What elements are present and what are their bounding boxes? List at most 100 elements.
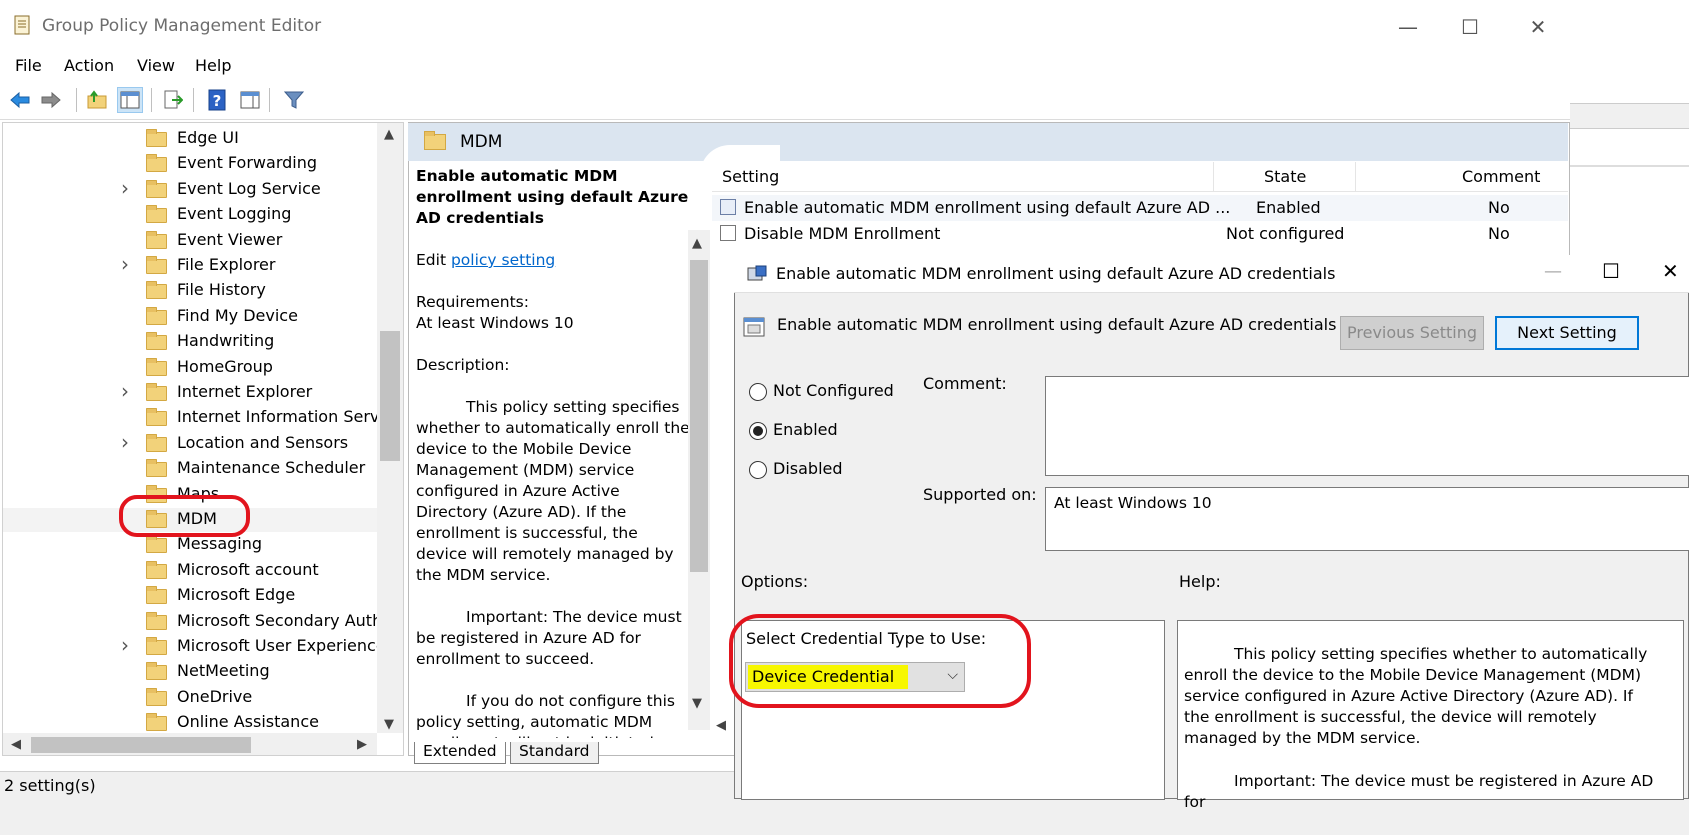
chevron-right-icon[interactable]: › [121, 381, 135, 403]
column-comment[interactable]: Comment [1462, 167, 1540, 186]
disabled-radio[interactable] [749, 461, 767, 479]
folder-icon [146, 154, 167, 173]
tree-item[interactable]: Event Forwarding [3, 152, 381, 176]
table-row[interactable]: Disable MDM Enrollment Not configured No [712, 221, 1568, 247]
tab-standard[interactable]: Standard [510, 742, 599, 764]
tree-item-label: NetMeeting [177, 661, 270, 681]
chevron-right-icon[interactable]: › [121, 178, 135, 200]
row-setting: Disable MDM Enrollment [744, 224, 941, 243]
menu-action[interactable]: Action [64, 56, 114, 75]
show-hide-action-pane-icon[interactable] [237, 87, 263, 113]
description-panel: Enable automatic MDM enrollment using de… [410, 162, 698, 738]
table-row[interactable]: Enable automatic MDM enrollment using de… [712, 195, 1568, 221]
dialog-close-button[interactable]: ✕ [1662, 259, 1679, 283]
description-para-3: If you do not configure this policy sett… [416, 692, 675, 738]
dialog-maximize-button[interactable]: ☐ [1602, 259, 1620, 283]
not-configured-radio[interactable] [749, 383, 767, 401]
tree-item[interactable]: Microsoft Secondary Auth [3, 610, 381, 634]
scroll-left-icon[interactable]: ◀ [11, 737, 21, 752]
enabled-radio[interactable] [749, 422, 767, 440]
policy-document-icon [14, 15, 30, 35]
tree-item[interactable]: HomeGroup [3, 356, 381, 380]
scroll-down-icon[interactable]: ▼ [692, 696, 702, 711]
scroll-up-icon[interactable]: ▲ [384, 127, 394, 142]
tree-item[interactable]: Microsoft account [3, 559, 381, 583]
tree-item[interactable]: Event Logging [3, 203, 381, 227]
description-title: Enable automatic MDM enrollment using de… [416, 167, 689, 227]
tree-item[interactable]: Internet Information Servic [3, 406, 381, 430]
view-tabs: Extended Standard [410, 740, 710, 764]
menu-help[interactable]: Help [195, 56, 231, 75]
tree-item[interactable]: Event Viewer [3, 229, 381, 253]
help-para-2: Important: The device must be registered… [1184, 772, 1654, 811]
folder-icon [146, 662, 167, 681]
export-list-icon[interactable] [160, 87, 186, 113]
folder-icon [146, 179, 167, 198]
tree-item[interactable]: Online Assistance [3, 711, 381, 735]
tree-item-label: HomeGroup [177, 356, 273, 376]
folder-icon [146, 611, 167, 630]
scroll-down-icon[interactable]: ▼ [384, 717, 394, 732]
tree-item[interactable]: Find My Device [3, 305, 381, 329]
chevron-right-icon[interactable]: › [121, 432, 135, 454]
minimize-button[interactable]: — [1388, 12, 1428, 42]
supported-on-field: At least Windows 10 [1045, 487, 1689, 551]
column-state[interactable]: State [1264, 167, 1306, 186]
help-text: This policy setting specifies whether to… [1184, 644, 1654, 835]
edit-policy-link[interactable]: policy setting [451, 251, 555, 269]
tab-extended[interactable]: Extended [414, 742, 506, 764]
scroll-up-icon[interactable]: ▲ [692, 236, 702, 251]
description-para-1: This policy setting specifies whether to… [416, 398, 690, 584]
menu-file[interactable]: File [15, 56, 42, 75]
tree-item-label: Event Forwarding [177, 153, 318, 173]
tree-item[interactable]: Microsoft Edge [3, 584, 381, 608]
folder-icon [146, 230, 167, 249]
previous-setting-button[interactable]: Previous Setting [1340, 316, 1484, 350]
tree-item[interactable]: › Microsoft User Experience ' [3, 635, 381, 659]
row-state: Not configured [1226, 224, 1345, 243]
description-scrollbar[interactable]: ▲ ▼ [688, 230, 710, 730]
tree-horizontal-scrollbar[interactable]: ◀ ▶ [3, 733, 377, 755]
tree-item-label: File Explorer [177, 255, 276, 274]
tree-item[interactable]: › Location and Sensors [3, 432, 381, 456]
chevron-right-icon[interactable]: › [121, 635, 135, 657]
back-icon[interactable] [7, 87, 33, 113]
tree-item[interactable]: Maintenance Scheduler [3, 457, 381, 481]
tree-vertical-scrollbar[interactable]: ▲ ▼ [377, 123, 403, 733]
tree-item[interactable]: OneDrive [3, 686, 381, 710]
tree-item-label: Microsoft Secondary Auth [177, 610, 381, 630]
tree-item-label: Online Assistance [177, 712, 319, 732]
scroll-right-icon[interactable]: ▶ [357, 737, 367, 752]
tree-item[interactable]: › File Explorer [3, 254, 381, 278]
close-button[interactable]: ✕ [1518, 12, 1558, 42]
forward-icon[interactable] [38, 87, 64, 113]
menu-view[interactable]: View [137, 56, 175, 75]
column-setting[interactable]: Setting [722, 167, 779, 186]
row-setting: Enable automatic MDM enrollment using de… [744, 198, 1231, 217]
up-folder-icon[interactable] [84, 87, 110, 113]
maximize-button[interactable]: ☐ [1450, 12, 1490, 42]
folder-icon [146, 332, 167, 351]
tree-item[interactable]: › Internet Explorer [3, 381, 381, 405]
tree-item[interactable]: Handwriting [3, 330, 381, 354]
tree-item-label: Event Logging [177, 204, 292, 224]
filter-icon[interactable] [281, 87, 307, 113]
details-header-title: MDM [460, 132, 503, 152]
tree-item[interactable]: › Event Log Service [3, 178, 381, 202]
folder-icon [146, 205, 167, 224]
chevron-right-icon[interactable]: › [121, 254, 135, 276]
folder-icon [146, 459, 167, 478]
comment-field[interactable] [1045, 376, 1689, 476]
folder-icon [146, 637, 167, 655]
list-scroll-left-icon[interactable]: ◀ [716, 718, 726, 733]
next-setting-button[interactable]: Next Setting [1495, 316, 1639, 350]
tree-item[interactable]: File History [3, 279, 381, 303]
dialog-setting-name: Enable automatic MDM enrollment using de… [777, 315, 1337, 334]
tree-item[interactable]: Edge UI [3, 127, 381, 151]
folder-icon [146, 357, 167, 376]
annotation-circle-mdm [119, 495, 250, 537]
show-hide-tree-icon[interactable] [117, 87, 143, 113]
help-icon[interactable]: ? [204, 87, 230, 113]
tree-item-label: Location and Sensors [177, 432, 349, 452]
tree-item[interactable]: NetMeeting [3, 660, 381, 684]
